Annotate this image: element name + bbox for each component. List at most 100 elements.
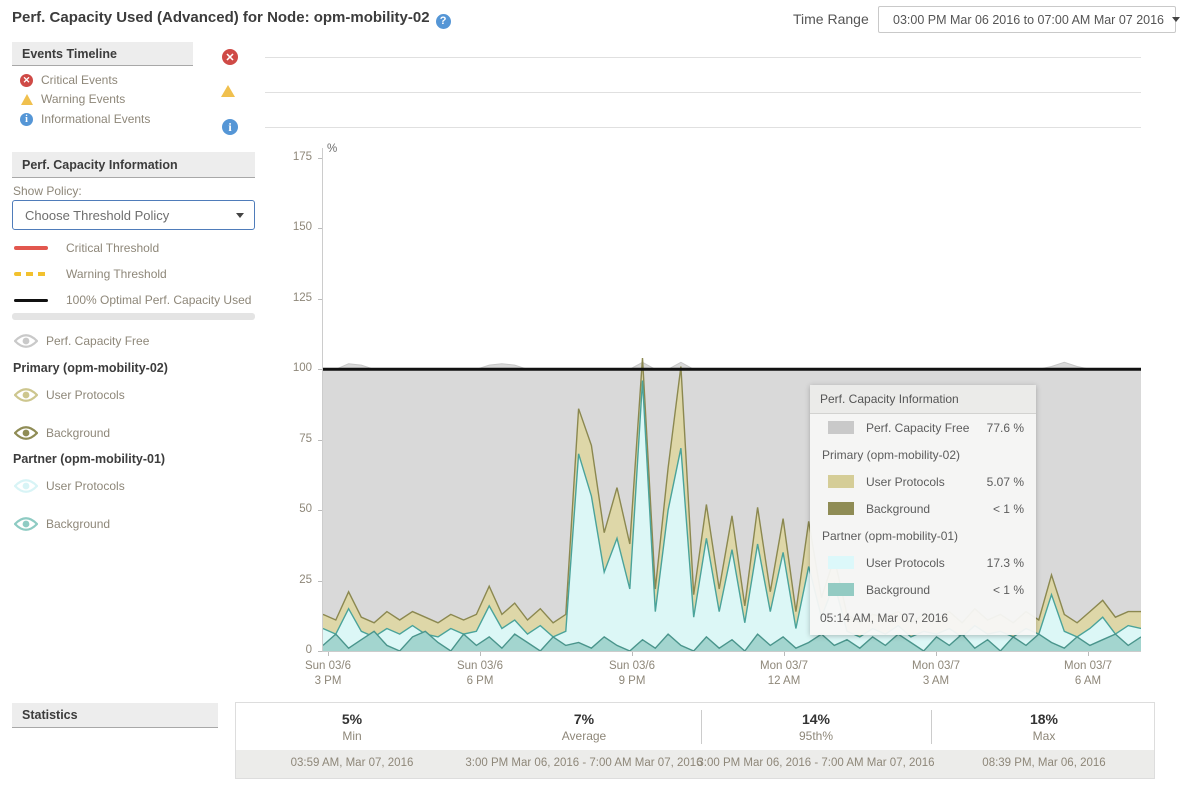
y-axis-tick <box>318 228 322 229</box>
stat-label: Average <box>469 729 699 743</box>
stat-label: 95th% <box>701 729 931 743</box>
tooltip-series-label: User Protocols <box>866 556 987 570</box>
series-visibility-toggle[interactable]: Perf. Capacity Free <box>14 334 149 348</box>
y-axis-tick-label: 100 <box>278 362 312 374</box>
tooltip-group-label: Partner (opm-mobility-01) <box>810 522 1036 549</box>
x-tick-time: 12 AM <box>739 674 829 689</box>
tooltip-group-label: Primary (opm-mobility-02) <box>810 441 1036 468</box>
x-axis-tick <box>480 652 481 656</box>
y-axis-tick <box>318 440 322 441</box>
tooltip-series-row: Perf. Capacity Free77.6 % <box>810 414 1036 441</box>
tooltip-series-label: Background <box>866 502 993 516</box>
tooltip-series-row: Background< 1 % <box>810 576 1036 603</box>
time-range-label: Time Range <box>793 11 869 27</box>
info-events-lane <box>265 127 1141 128</box>
y-axis-tick-label: 75 <box>278 433 312 445</box>
x-axis-tick-label: Sun 03/66 PM <box>435 659 525 689</box>
stats-separator <box>931 710 932 744</box>
x-tick-time: 6 PM <box>435 674 525 689</box>
eye-icon[interactable] <box>14 334 38 348</box>
legend-item-critical-events: ✕ Critical Events <box>20 73 118 87</box>
solid-line-swatch <box>14 246 48 250</box>
threshold-legend-label: Critical Threshold <box>66 241 159 255</box>
threshold-policy-value: Choose Threshold Policy <box>25 208 169 223</box>
eye-icon[interactable] <box>14 426 38 440</box>
capacity-info-header: Perf. Capacity Information <box>12 152 255 178</box>
tooltip-series-label: Background <box>866 583 993 597</box>
threshold-legend-item: Critical Threshold <box>14 241 255 255</box>
y-axis-tick-label: 50 <box>278 503 312 515</box>
y-axis-tick-label: 25 <box>278 574 312 586</box>
x-axis-tick <box>784 652 785 656</box>
series-visibility-toggle[interactable]: User Protocols <box>14 479 125 493</box>
dashed-line-swatch <box>14 272 48 276</box>
y-axis-tick <box>318 299 322 300</box>
x-axis-tick <box>328 652 329 656</box>
stat-value: 14% <box>701 711 931 727</box>
stat-label: Min <box>237 729 467 743</box>
statistics-panel: 5%Min7%Average14%95th%18%Max 03:59 AM, M… <box>235 702 1155 779</box>
critical-events-lane-toggle-icon[interactable]: ✕ <box>222 49 238 65</box>
y-axis-tick-label: 0 <box>278 644 312 656</box>
tooltip-series-row: Background< 1 % <box>810 495 1036 522</box>
x-tick-date: Sun 03/6 <box>435 659 525 674</box>
stat-timestamp: 08:39 PM, Mar 06, 2016 <box>904 757 1184 769</box>
series-group-label: Primary (opm-mobility-02) <box>13 361 168 375</box>
critical-events-lane <box>265 57 1141 58</box>
eye-icon[interactable] <box>14 517 38 531</box>
series-legend-label: Perf. Capacity Free <box>46 334 149 348</box>
series-color-swatch <box>828 475 854 488</box>
info-events-lane-toggle-icon[interactable]: i <box>222 119 238 135</box>
warning-event-icon <box>21 94 33 105</box>
x-tick-date: Sun 03/6 <box>283 659 373 674</box>
series-legend-label: User Protocols <box>46 479 125 493</box>
events-timeline-title: Events Timeline <box>22 47 117 61</box>
stat-column: 14% 95th% <box>701 711 931 743</box>
y-axis-tick <box>318 651 322 652</box>
series-visibility-toggle[interactable]: User Protocols <box>14 388 125 402</box>
legend-item-informational-events: i Informational Events <box>20 112 150 126</box>
x-axis-tick-label: Sun 03/69 PM <box>587 659 677 689</box>
legend-item-warning-events: Warning Events <box>21 92 125 106</box>
legend-scrollbar[interactable] <box>12 313 255 320</box>
stat-value: 5% <box>237 711 467 727</box>
help-icon[interactable]: ? <box>436 14 451 29</box>
tooltip-series-value: 77.6 % <box>987 421 1024 435</box>
info-event-icon: i <box>20 113 33 126</box>
series-visibility-toggle[interactable]: Background <box>14 517 110 531</box>
tooltip-series-label: Perf. Capacity Free <box>866 421 987 435</box>
app-window: Perf. Capacity Used (Advanced) for Node:… <box>0 0 1184 787</box>
x-tick-time: 6 AM <box>1043 674 1133 689</box>
tooltip-series-label: User Protocols <box>866 475 987 489</box>
legend-item-label: Warning Events <box>41 92 125 106</box>
x-tick-date: Sun 03/6 <box>587 659 677 674</box>
stat-column: 5% Min <box>237 711 467 743</box>
x-tick-time: 3 PM <box>283 674 373 689</box>
time-range-selector[interactable]: 03:00 PM Mar 06 2016 to 07:00 AM Mar 07 … <box>878 6 1176 33</box>
x-tick-time: 9 PM <box>587 674 677 689</box>
tooltip-series-value: 17.3 % <box>987 556 1024 570</box>
tooltip-series-value: < 1 % <box>993 502 1024 516</box>
x-axis-tick-label: Mon 03/712 AM <box>739 659 829 689</box>
stats-separator <box>701 710 702 744</box>
y-axis-tick <box>318 158 322 159</box>
threshold-policy-dropdown[interactable]: Choose Threshold Policy <box>12 200 255 230</box>
eye-icon[interactable] <box>14 479 38 493</box>
stat-value: 18% <box>929 711 1159 727</box>
legend-item-label: Critical Events <box>41 73 118 87</box>
threshold-legend-item: Warning Threshold <box>14 267 255 281</box>
y-axis-tick-label: 150 <box>278 221 312 233</box>
tooltip-series-row: User Protocols5.07 % <box>810 468 1036 495</box>
chart-tooltip: Perf. Capacity Information Perf. Capacit… <box>810 385 1036 635</box>
series-legend-label: User Protocols <box>46 388 125 402</box>
dropdown-caret-icon <box>236 213 244 218</box>
tooltip-series-value: 5.07 % <box>987 475 1024 489</box>
series-visibility-toggle[interactable]: Background <box>14 426 110 440</box>
y-axis-tick <box>318 581 322 582</box>
warning-events-lane-toggle-icon[interactable] <box>221 85 235 97</box>
x-tick-time: 3 AM <box>891 674 981 689</box>
capacity-info-title: Perf. Capacity Information <box>22 158 178 172</box>
eye-icon[interactable] <box>14 388 38 402</box>
stat-column: 7%Average <box>469 711 699 743</box>
series-color-swatch <box>828 502 854 515</box>
